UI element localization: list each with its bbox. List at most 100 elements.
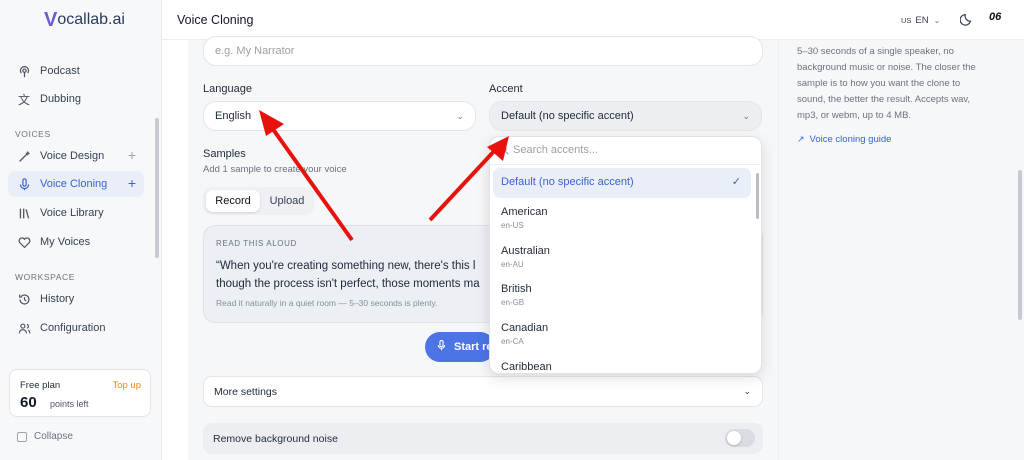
accent-option-australian[interactable]: Australian en-AU [493, 240, 751, 270]
sidebar-item-label: Dubbing [40, 93, 81, 105]
chevron-down-icon: ⌄ [742, 111, 750, 121]
external-link-icon: ↗ [797, 134, 805, 144]
remove-noise-label: Remove background noise [213, 433, 338, 445]
magic-wand-icon [16, 148, 32, 164]
chevron-down-icon: ⌄ [456, 111, 464, 121]
read-aloud-line: “When you're creating something new, the… [216, 260, 476, 272]
sidebar-item-label: Voice Cloning [40, 178, 108, 190]
accent-option-code: en-AU [501, 260, 524, 269]
sidebar-item-label: Configuration [40, 322, 106, 334]
more-settings-toggle[interactable]: More settings ⌄ [203, 376, 763, 407]
sidebar-item-voice-cloning[interactable]: Voice Cloning + [8, 171, 144, 197]
start-recording-button[interactable]: Start re [425, 332, 495, 362]
logo-text: ocallab.ai [57, 11, 125, 28]
sidebar-scrollbar[interactable] [155, 118, 159, 258]
sidebar: Vocallab.ai Podcast 文 Dubbing VOICES Voi… [0, 0, 162, 460]
accent-option-name: Australian [501, 245, 550, 257]
sidebar-item-podcast[interactable]: Podcast [8, 58, 144, 84]
accent-option-name: British [501, 283, 532, 295]
collapse-button[interactable]: Collapse [17, 431, 73, 442]
voice-name-input[interactable]: e.g. My Narrator [203, 36, 763, 66]
moon-icon[interactable] [959, 12, 976, 28]
sidebar-item-voice-library[interactable]: Voice Library [8, 200, 144, 226]
sidebar-item-label: Podcast [40, 65, 80, 77]
language-select[interactable]: English ⌄ [203, 101, 476, 131]
accent-search-input[interactable]: Search accents... [490, 137, 761, 165]
sidebar-item-label: History [40, 293, 75, 305]
toggle-knob [727, 431, 741, 445]
accent-option-canadian[interactable]: Canadian en-CA [493, 317, 751, 347]
sidebar-item-voice-design[interactable]: Voice Design + [8, 143, 144, 169]
accent-dropdown: Search accents... Default (no specific a… [489, 136, 762, 374]
guide-link-label: Voice cloning guide [809, 134, 892, 145]
plus-icon[interactable]: + [128, 147, 136, 163]
accent-option-name: American [501, 206, 548, 218]
app-logo[interactable]: Vocallab.ai [44, 8, 125, 32]
top-header: Voice Cloning US EN ⌄ 06 [162, 0, 1024, 40]
accent-option-british[interactable]: British en-GB [493, 278, 751, 308]
accent-option-caribbean[interactable]: Caribbean en-029 [493, 356, 751, 373]
podcast-icon [16, 63, 32, 79]
translate-icon: 文 [17, 92, 30, 107]
microphone-icon [16, 176, 32, 192]
sidebar-item-dubbing[interactable]: 文 Dubbing [8, 86, 144, 112]
accent-select[interactable]: Default (no specific accent) ⌄ [489, 101, 762, 131]
language-selector[interactable]: US EN ⌄ [901, 15, 940, 26]
tab-upload[interactable]: Upload [264, 190, 310, 212]
voice-name-placeholder: e.g. My Narrator [215, 45, 295, 57]
read-aloud-text: “When you're creating something new, the… [216, 257, 496, 293]
plan-name: Free plan [20, 380, 61, 391]
accent-option-code: en-CA [501, 337, 524, 346]
plus-icon[interactable]: + [128, 175, 136, 191]
dropdown-scrollbar[interactable] [756, 173, 759, 219]
samples-subtitle: Add 1 sample to create your voice [203, 164, 347, 175]
accent-option-code: en-US [501, 221, 524, 230]
page-scrollbar[interactable] [1018, 170, 1022, 320]
page-title: Voice Cloning [177, 13, 254, 27]
section-label-voices: VOICES [15, 129, 51, 139]
library-icon [16, 205, 32, 221]
chevron-down-icon: ⌄ [933, 16, 941, 25]
accent-option-american[interactable]: American en-US [493, 201, 751, 231]
read-aloud-note: Read it naturally in a quiet room — 5–30… [216, 298, 438, 308]
avatar[interactable]: 06 [989, 11, 1001, 23]
read-aloud-line: though the process isn't perfect, those … [216, 278, 480, 290]
accent-search-placeholder: Search accents... [513, 144, 598, 156]
remove-noise-toggle[interactable] [725, 429, 755, 447]
start-recording-label: Start re [454, 341, 493, 353]
history-icon [16, 291, 32, 307]
sidebar-item-label: My Voices [40, 236, 91, 248]
accent-option-name: Caribbean [501, 361, 552, 373]
microphone-icon [437, 339, 446, 354]
section-label-workspace: WORKSPACE [15, 272, 76, 282]
sidebar-item-history[interactable]: History [8, 286, 144, 312]
top-up-link[interactable]: Top up [112, 380, 141, 391]
plan-card: Free plan Top up 60 points left [9, 369, 151, 417]
flag-icon: US [901, 16, 912, 25]
chevron-down-icon: ⌄ [743, 386, 751, 396]
points-count: 60 [20, 394, 37, 411]
accent-value: Default (no specific accent) [501, 110, 634, 122]
logo-mark: V [44, 8, 58, 31]
more-settings-label: More settings [214, 386, 278, 398]
sidebar-item-configuration[interactable]: Configuration [8, 315, 144, 341]
tab-record[interactable]: Record [206, 190, 260, 212]
sidebar-item-label: Voice Library [40, 207, 104, 219]
accent-label: Accent [489, 83, 523, 95]
accent-option-default[interactable]: Default (no specific accent) ✓ [493, 168, 751, 198]
read-aloud-title: READ THIS ALOUD [216, 239, 297, 248]
sidebar-item-label: Voice Design [40, 150, 105, 162]
collapse-label: Collapse [34, 431, 73, 442]
accent-option-name: Default (no specific accent) [501, 176, 634, 188]
voice-cloning-guide-link[interactable]: ↗ Voice cloning guide [797, 134, 891, 145]
language-code: EN [915, 15, 929, 26]
sidebar-item-my-voices[interactable]: My Voices [8, 229, 144, 255]
help-text: 5–30 seconds of a single speaker, no bac… [797, 46, 976, 121]
help-panel: 5–30 seconds of a single speaker, no bac… [778, 40, 1024, 460]
points-label: points left [50, 399, 89, 409]
samples-label: Samples [203, 148, 246, 160]
remove-noise-row: Remove background noise [203, 423, 763, 454]
language-label: Language [203, 83, 252, 95]
accent-option-code: en-GB [501, 298, 525, 307]
users-icon [16, 320, 32, 336]
